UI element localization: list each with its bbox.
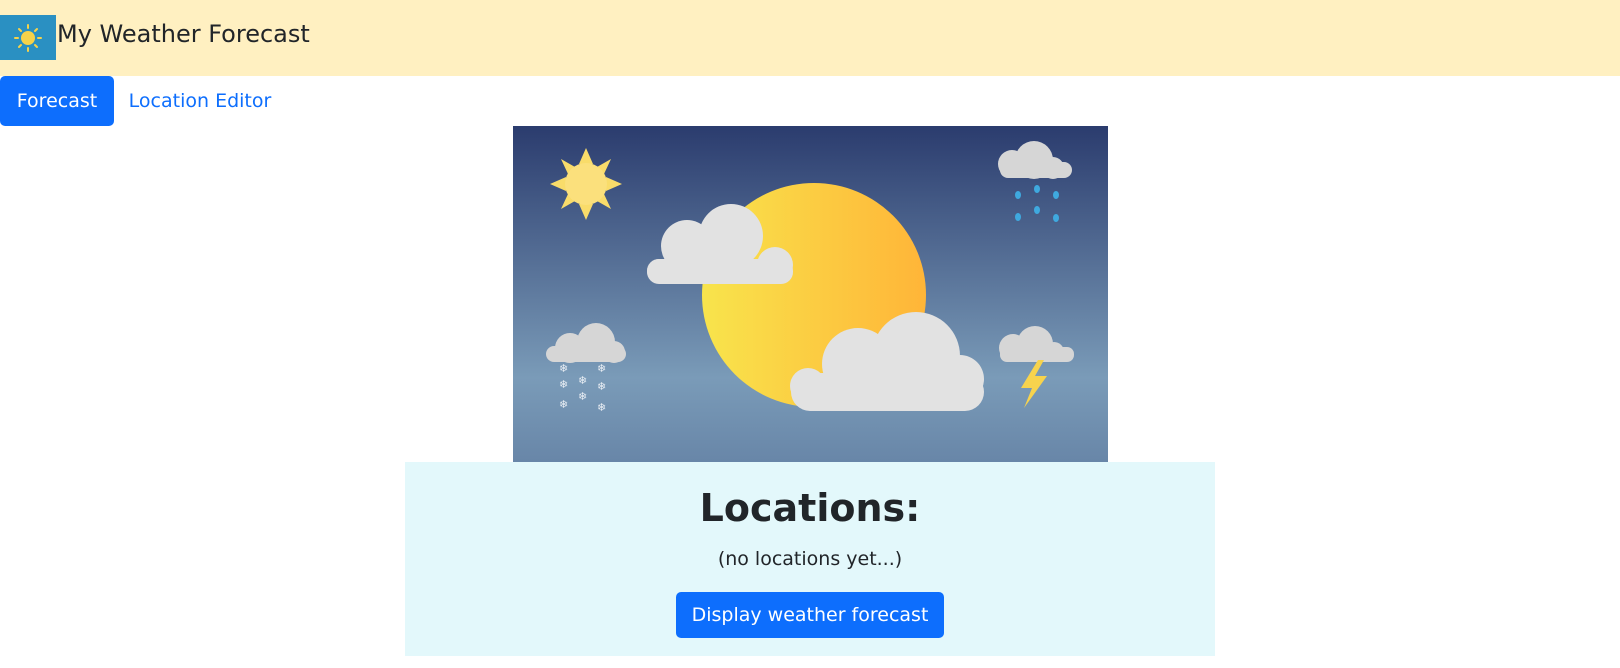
locations-empty-text: (no locations yet...) [717, 548, 903, 570]
locations-title: Locations: [699, 486, 921, 530]
svg-text:❄: ❄ [578, 390, 587, 403]
weather-hero-image: ❄ ❄ ❄ ❄ ❄ ❄ ❄ ❄ [513, 126, 1108, 462]
sun-icon [14, 23, 42, 52]
svg-text:❄: ❄ [597, 362, 606, 375]
app-logo [0, 15, 56, 60]
app-title: My Weather Forecast [57, 20, 310, 48]
svg-text:❄: ❄ [597, 401, 606, 414]
display-forecast-button[interactable]: Display weather forecast [675, 592, 945, 638]
svg-text:❄: ❄ [559, 378, 568, 391]
svg-text:❄: ❄ [559, 398, 568, 411]
top-navbar: My Weather Forecast [0, 0, 1620, 76]
svg-text:❄: ❄ [597, 380, 606, 393]
tab-forecast[interactable]: Forecast [0, 76, 114, 126]
svg-text:❄: ❄ [578, 374, 587, 387]
svg-text:❄: ❄ [559, 362, 568, 375]
locations-panel: Locations: (no locations yet...) Display… [405, 462, 1215, 656]
nav-tabs: Forecast Location Editor [0, 76, 1620, 126]
tab-location-editor[interactable]: Location Editor [114, 76, 286, 126]
